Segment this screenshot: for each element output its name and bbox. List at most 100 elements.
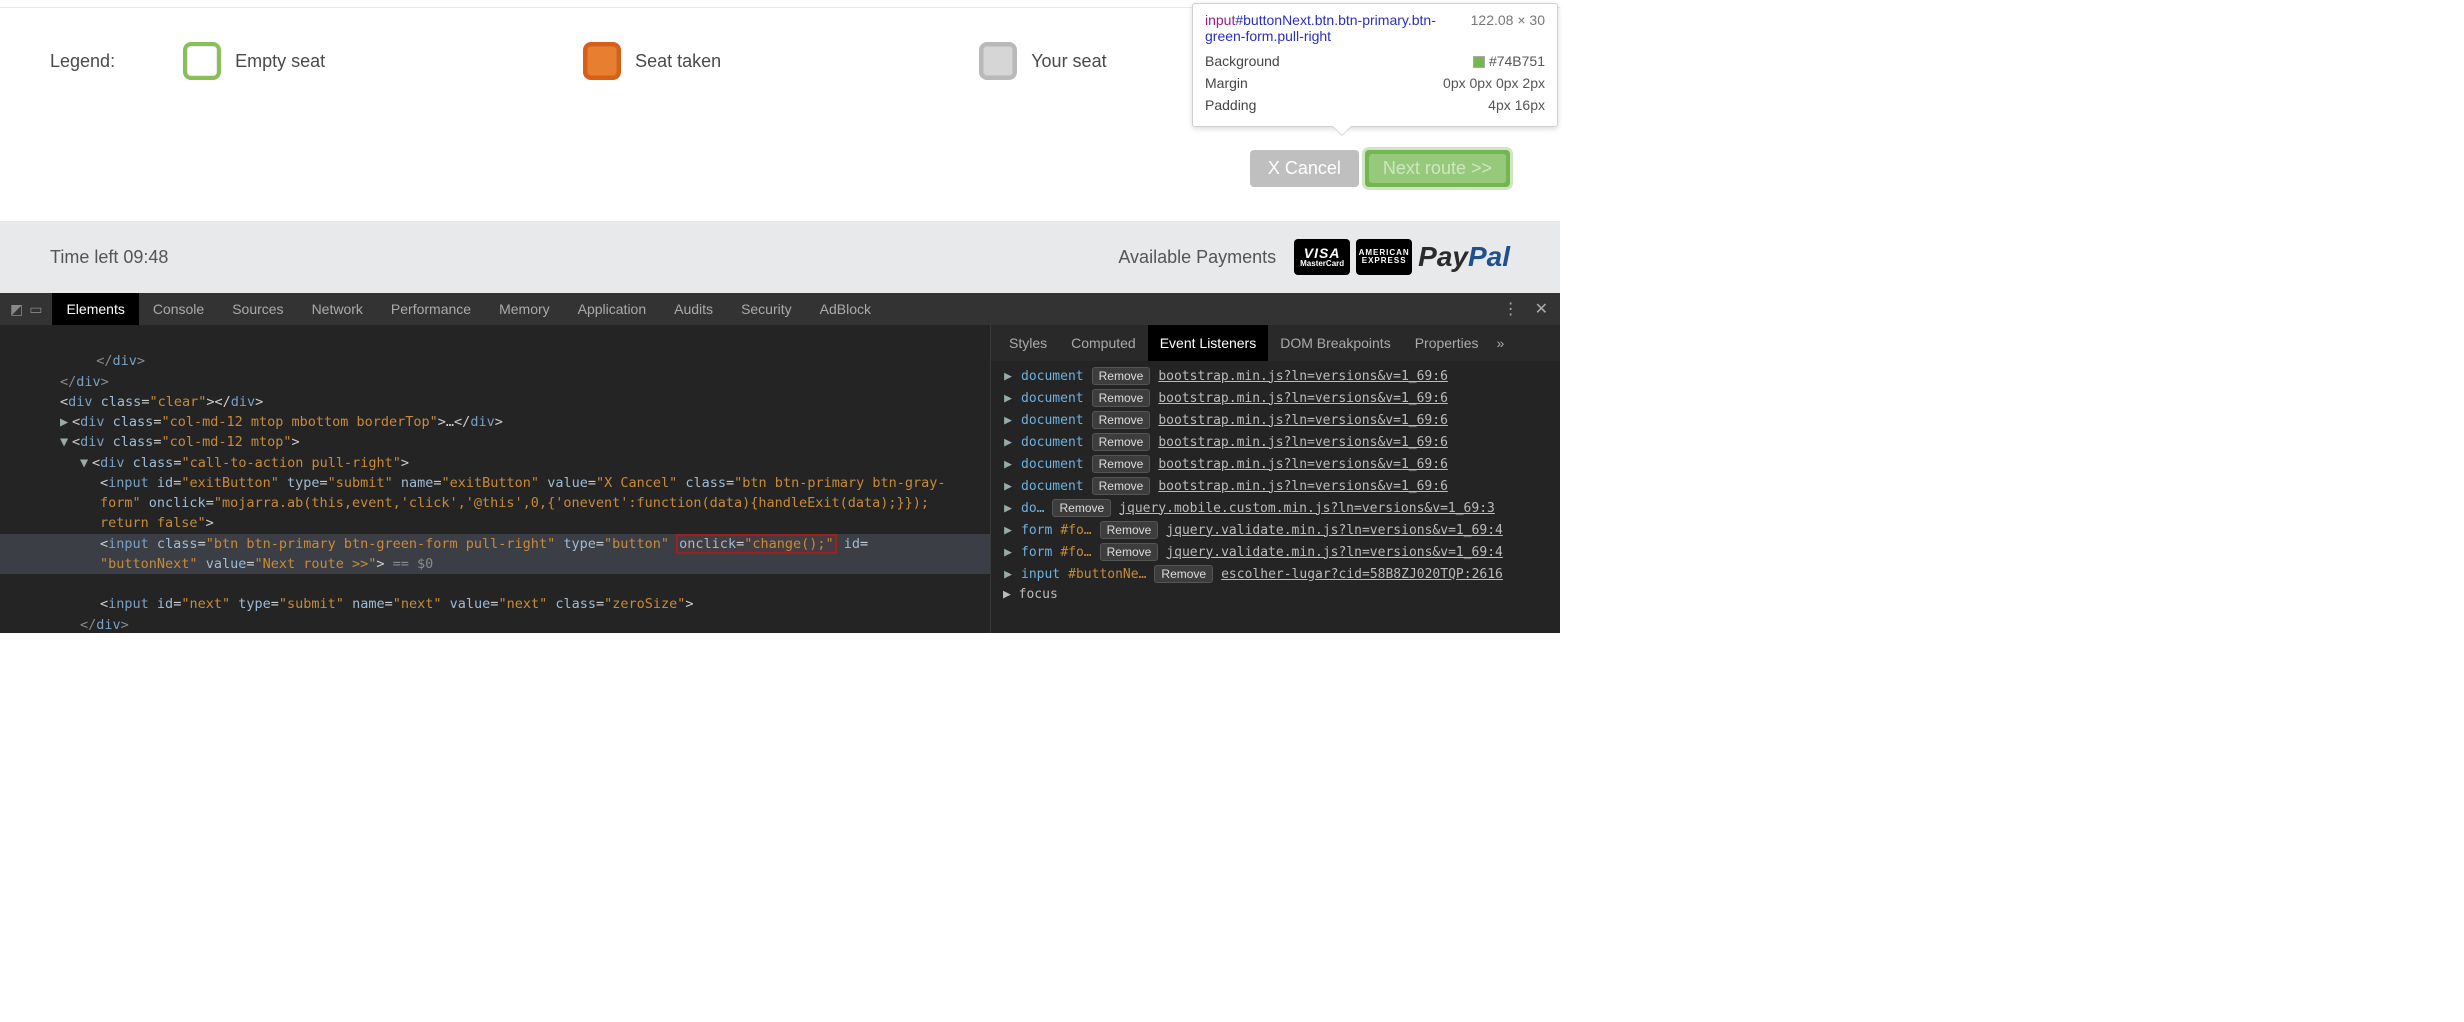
selected-dom-node[interactable]: <input class="btn btn-primary btn-green-… bbox=[0, 534, 990, 575]
listener-target: document bbox=[1021, 391, 1084, 406]
tab-security[interactable]: Security bbox=[727, 293, 806, 325]
caret-right-icon: ▶ bbox=[1003, 479, 1013, 494]
remove-listener-button[interactable]: Remove bbox=[1100, 521, 1159, 539]
listener-source-link[interactable]: bootstrap.min.js?ln=versions&v=1_69:6 bbox=[1158, 391, 1448, 406]
available-payments-label: Available Payments bbox=[1118, 247, 1276, 268]
listener-source-link[interactable]: bootstrap.min.js?ln=versions&v=1_69:6 bbox=[1158, 479, 1448, 494]
listener-row[interactable]: ▶documentRemovebootstrap.min.js?ln=versi… bbox=[1003, 365, 1550, 387]
footer-bar: Time left 09:48 Available Payments VISA … bbox=[0, 221, 1560, 293]
remove-listener-button[interactable]: Remove bbox=[1092, 455, 1151, 473]
tab-elements[interactable]: Elements bbox=[52, 293, 138, 325]
tab-adblock[interactable]: AdBlock bbox=[806, 293, 885, 325]
inspect-element-icon[interactable]: ◩ bbox=[10, 301, 23, 318]
caret-right-icon: ▶ bbox=[1003, 413, 1013, 428]
listener-source-link[interactable]: bootstrap.min.js?ln=versions&v=1_69:6 bbox=[1158, 413, 1448, 428]
side-tab-styles[interactable]: Styles bbox=[997, 325, 1059, 361]
empty-seat-icon bbox=[183, 42, 221, 80]
caret-right-icon: ▶ bbox=[1003, 391, 1013, 406]
listener-source-link[interactable]: jquery.validate.min.js?ln=versions&v=1_6… bbox=[1166, 545, 1503, 560]
taken-seat-icon bbox=[583, 42, 621, 80]
caret-right-icon: ▶ bbox=[1003, 587, 1011, 602]
legend-item-label: Seat taken bbox=[635, 51, 721, 72]
listener-row[interactable]: ▶ form #fo… Remove jquery.validate.min.js?ln… bbox=[1003, 541, 1550, 563]
listener-id: #buttonNe… bbox=[1068, 567, 1146, 582]
tab-network[interactable]: Network bbox=[298, 293, 377, 325]
listener-source-link[interactable]: bootstrap.min.js?ln=versions&v=1_69:6 bbox=[1158, 435, 1448, 450]
listener-row[interactable]: ▶input#buttonNe…Removeescolher-lugar?cid… bbox=[1003, 563, 1550, 585]
inspect-selector: input#buttonNext.btn.btn-primary.btn-gre… bbox=[1205, 12, 1461, 44]
caret-right-icon: ▶ bbox=[1003, 523, 1013, 538]
remove-listener-button[interactable]: Remove bbox=[1154, 565, 1213, 583]
toggle-device-icon[interactable]: ▭ bbox=[29, 301, 42, 318]
legend-label: Legend: bbox=[50, 51, 115, 72]
remove-listener-button[interactable]: Remove bbox=[1092, 433, 1151, 451]
caret-right-icon: ▶ bbox=[1003, 545, 1013, 560]
next-route-button[interactable]: Next route >> bbox=[1365, 150, 1510, 187]
inspect-row-value: #74B751 bbox=[1349, 50, 1545, 72]
listener-event-group[interactable]: ▶ focus bbox=[1003, 585, 1550, 602]
devtools-panel: ◩ ▭ Elements Console Sources Network Per… bbox=[0, 293, 1560, 633]
side-tab-event-listeners[interactable]: Event Listeners bbox=[1148, 325, 1269, 361]
remove-listener-button[interactable]: Remove bbox=[1052, 499, 1111, 517]
tab-performance[interactable]: Performance bbox=[377, 293, 485, 325]
remove-listener-button[interactable]: Remove bbox=[1100, 543, 1159, 561]
remove-listener-button[interactable]: Remove bbox=[1092, 367, 1151, 385]
remove-listener-button[interactable]: Remove bbox=[1092, 477, 1151, 495]
legend-empty-seat: Empty seat bbox=[183, 42, 325, 80]
highlighted-onclick: onclick="change();" bbox=[677, 535, 835, 553]
listener-source-link[interactable]: bootstrap.min.js?ln=versions&v=1_69:6 bbox=[1158, 457, 1448, 472]
listener-row[interactable]: ▶do…Removejquery.mobile.custom.min.js?ln… bbox=[1003, 497, 1550, 519]
listener-target: form bbox=[1021, 545, 1052, 560]
listener-target: document bbox=[1021, 435, 1084, 450]
inspect-row-label: Background bbox=[1205, 50, 1349, 72]
legend-item-label: Your seat bbox=[1031, 51, 1106, 72]
listener-row[interactable]: ▶ form #fo… Remove jquery.validate.min.js?ln… bbox=[1003, 519, 1550, 541]
devtools-close-icon[interactable]: ✕ bbox=[1535, 299, 1548, 319]
amex-icon: AMERICANEXPRESS bbox=[1356, 239, 1412, 275]
caret-right-icon: ▶ bbox=[1003, 567, 1013, 582]
legend-your-seat: Your seat bbox=[979, 42, 1106, 80]
tab-sources[interactable]: Sources bbox=[218, 293, 297, 325]
legend-seat-taken: Seat taken bbox=[583, 42, 721, 80]
listener-source-link[interactable]: jquery.mobile.custom.min.js?ln=versions&… bbox=[1119, 501, 1495, 516]
tab-audits[interactable]: Audits bbox=[660, 293, 727, 325]
payment-logos: VISA MasterCard AMERICANEXPRESS PayPal bbox=[1294, 239, 1510, 275]
event-listeners-list[interactable]: ▶ document Remove bootstrap.min.js?ln=versi… bbox=[991, 361, 1560, 633]
listener-source-link[interactable]: bootstrap.min.js?ln=versions&v=1_69:6 bbox=[1158, 369, 1448, 384]
listener-id: #fo… bbox=[1060, 523, 1091, 538]
listener-row[interactable]: ▶ document Remove bootstrap.min.js?ln=versi… bbox=[1003, 475, 1550, 497]
listener-source-link[interactable]: jquery.validate.min.js?ln=versions&v=1_6… bbox=[1166, 523, 1503, 538]
time-left: Time left 09:48 bbox=[50, 247, 168, 268]
remove-listener-button[interactable]: Remove bbox=[1092, 411, 1151, 429]
listener-row[interactable]: ▶documentRemovebootstrap.min.js?ln=versi… bbox=[1003, 409, 1550, 431]
inspect-row-value: 0px 0px 0px 2px bbox=[1349, 72, 1545, 94]
listener-id: #fo… bbox=[1060, 545, 1091, 560]
sidebar-tabs: Styles Computed Event Listeners DOM Brea… bbox=[991, 325, 1560, 361]
tab-application[interactable]: Application bbox=[564, 293, 661, 325]
side-tab-computed[interactable]: Computed bbox=[1059, 325, 1148, 361]
inspect-row-label: Padding bbox=[1205, 94, 1349, 116]
listener-row[interactable]: ▶ document Remove bootstrap.min.js?ln=versi… bbox=[1003, 387, 1550, 409]
elements-tree[interactable]: </div> </div> <div class="clear"></div> … bbox=[0, 325, 990, 633]
listener-target: document bbox=[1021, 479, 1084, 494]
listener-target: form bbox=[1021, 523, 1052, 538]
devtools-menu-icon[interactable]: ⋮ bbox=[1503, 299, 1519, 319]
inspect-dimensions: 122.08 × 30 bbox=[1471, 12, 1545, 44]
listener-source-link[interactable]: escolher-lugar?cid=58B8ZJ020TQP:2616 bbox=[1221, 567, 1503, 582]
tab-console[interactable]: Console bbox=[139, 293, 218, 325]
caret-right-icon: ▶ bbox=[1003, 501, 1013, 516]
devtools-tabbar: ◩ ▭ Elements Console Sources Network Per… bbox=[0, 293, 1560, 325]
paypal-icon: PayPal bbox=[1418, 241, 1510, 273]
remove-listener-button[interactable]: Remove bbox=[1092, 389, 1151, 407]
side-tab-properties[interactable]: Properties bbox=[1403, 325, 1491, 361]
side-tabs-overflow-icon[interactable]: » bbox=[1491, 325, 1511, 361]
listener-row[interactable]: ▶ document Remove bootstrap.min.js?ln=versi… bbox=[1003, 431, 1550, 453]
caret-right-icon: ▶ bbox=[1003, 435, 1013, 450]
inspect-row-label: Margin bbox=[1205, 72, 1349, 94]
listener-row[interactable]: ▶documentRemovebootstrap.min.js?ln=versi… bbox=[1003, 453, 1550, 475]
legend-item-label: Empty seat bbox=[235, 51, 325, 72]
tab-memory[interactable]: Memory bbox=[485, 293, 564, 325]
listener-target: document bbox=[1021, 369, 1084, 384]
cancel-button[interactable]: X Cancel bbox=[1250, 150, 1359, 187]
side-tab-dom-breakpoints[interactable]: DOM Breakpoints bbox=[1268, 325, 1402, 361]
